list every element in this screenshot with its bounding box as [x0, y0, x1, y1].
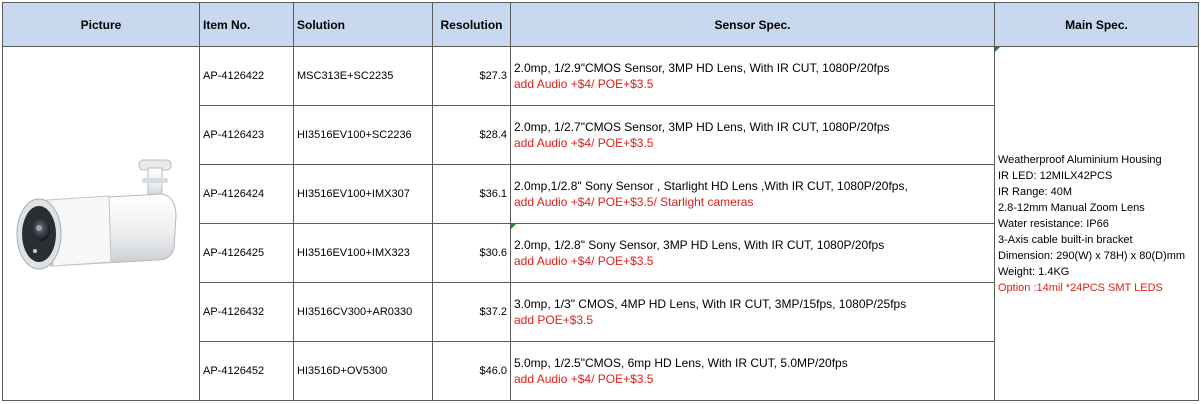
price-cell: $46.0 [432, 341, 511, 401]
item-number: AP-4126424 [199, 164, 294, 224]
comment-marker [511, 224, 516, 229]
solution-cell: HI3516EV100+IMX307 [293, 164, 433, 224]
main-spec-line: 2.8-12mm Manual Zoom Lens [998, 201, 1145, 214]
addon-price-text: add POE+$3.5 [514, 313, 594, 327]
solution-cell: MSC313E+SC2235 [293, 46, 433, 106]
sensor-spec-text: 2.0mp, 1/2.7"CMOS Sensor, 3MP HD Lens, W… [514, 120, 890, 134]
addon-price-text: add Audio +$4/ POE+$3.5 [514, 136, 654, 150]
addon-price-text: add Audio +$4/ POE+$3.5 [514, 372, 654, 386]
sensor-spec-text: 2.0mp, 1/2.8" Sony Sensor, 3MP HD Lens, … [514, 238, 885, 252]
sensor-spec-cell: 2.0mp, 1/2.9"CMOS Sensor, 3MP HD Lens, W… [510, 46, 995, 106]
main-spec-line: 3-Axis cable built-in bracket [998, 233, 1133, 246]
item-number: AP-4126452 [199, 341, 294, 401]
main-spec-cell: Weatherproof Aluminium Housing IR LED: 1… [994, 46, 1199, 401]
header-picture: Picture [2, 2, 200, 47]
sensor-spec-cell: 2.0mp, 1/2.8" Sony Sensor, 3MP HD Lens, … [510, 223, 995, 283]
sensor-spec-text: 2.0mp,1/2.8" Sony Sensor , Starlight HD … [514, 179, 908, 193]
header-resolution: Resolution [432, 2, 511, 47]
header-main-spec: Main Spec. [994, 2, 1199, 47]
main-spec-line: Water resistance: IP66 [998, 217, 1109, 230]
product-spec-table: Picture Item No. Solution Resolution Sen… [2, 2, 1199, 401]
header-item-no: Item No. [199, 2, 294, 47]
sensor-spec-text: 5.0mp, 1/2.5"CMOS, 6mp HD Lens, With IR … [514, 356, 848, 370]
addon-price-text: add Audio +$4/ POE+$3.5/ Starlight camer… [514, 195, 754, 209]
header-solution: Solution [293, 2, 433, 47]
addon-price-text: add Audio +$4/ POE+$3.5 [514, 254, 654, 268]
sensor-spec-cell: 5.0mp, 1/2.5"CMOS, 6mp HD Lens, With IR … [510, 341, 995, 401]
main-spec-line: Dimension: 290(W) x 78H) x 80(D)mm [998, 249, 1186, 262]
item-number: AP-4126423 [199, 105, 294, 165]
solution-cell: HI3516EV100+SC2236 [293, 105, 433, 165]
solution-cell: HI3516D+OV5300 [293, 341, 433, 401]
solution-cell: HI3516EV100+IMX323 [293, 223, 433, 283]
item-number: AP-4126422 [199, 46, 294, 106]
sensor-spec-cell: 2.0mp, 1/2.7"CMOS Sensor, 3MP HD Lens, W… [510, 105, 995, 165]
main-spec-line: Weight: 1.4KG [998, 265, 1070, 278]
main-spec-line: Weatherproof Aluminium Housing [998, 153, 1162, 166]
sensor-spec-text: 3.0mp, 1/3" CMOS, 4MP HD Lens, With IR C… [514, 297, 907, 311]
price-cell: $37.2 [432, 282, 511, 342]
price-cell: $36.1 [432, 164, 511, 224]
price-cell: $28.4 [432, 105, 511, 165]
main-spec-option: Option :14mil *24PCS SMT LEDS [998, 281, 1163, 294]
price-cell: $30.6 [432, 223, 511, 283]
item-number: AP-4126432 [199, 282, 294, 342]
main-spec-line: IR LED: 12MILX42PCS [998, 169, 1113, 182]
main-spec-line: IR Range: 40M [998, 185, 1072, 198]
sensor-spec-text: 2.0mp, 1/2.9"CMOS Sensor, 3MP HD Lens, W… [514, 61, 890, 75]
comment-marker [995, 47, 1000, 52]
table-row: AP-4126422 MSC313E+SC2235 $27.3 2.0mp, 1… [2, 46, 1199, 401]
addon-price-text: add Audio +$4/ POE+$3.5 [514, 77, 654, 91]
header-sensor-spec: Sensor Spec. [510, 2, 995, 47]
item-number: AP-4126425 [199, 223, 294, 283]
bullet-camera-image [16, 159, 177, 270]
price-cell: $27.3 [432, 46, 511, 106]
product-image-cell [2, 46, 200, 401]
header-row: Picture Item No. Solution Resolution Sen… [2, 2, 1199, 47]
solution-cell: HI3516CV300+AR0330 [293, 282, 433, 342]
sensor-spec-cell: 2.0mp,1/2.8" Sony Sensor , Starlight HD … [510, 164, 995, 224]
sensor-spec-cell: 3.0mp, 1/3" CMOS, 4MP HD Lens, With IR C… [510, 282, 995, 342]
